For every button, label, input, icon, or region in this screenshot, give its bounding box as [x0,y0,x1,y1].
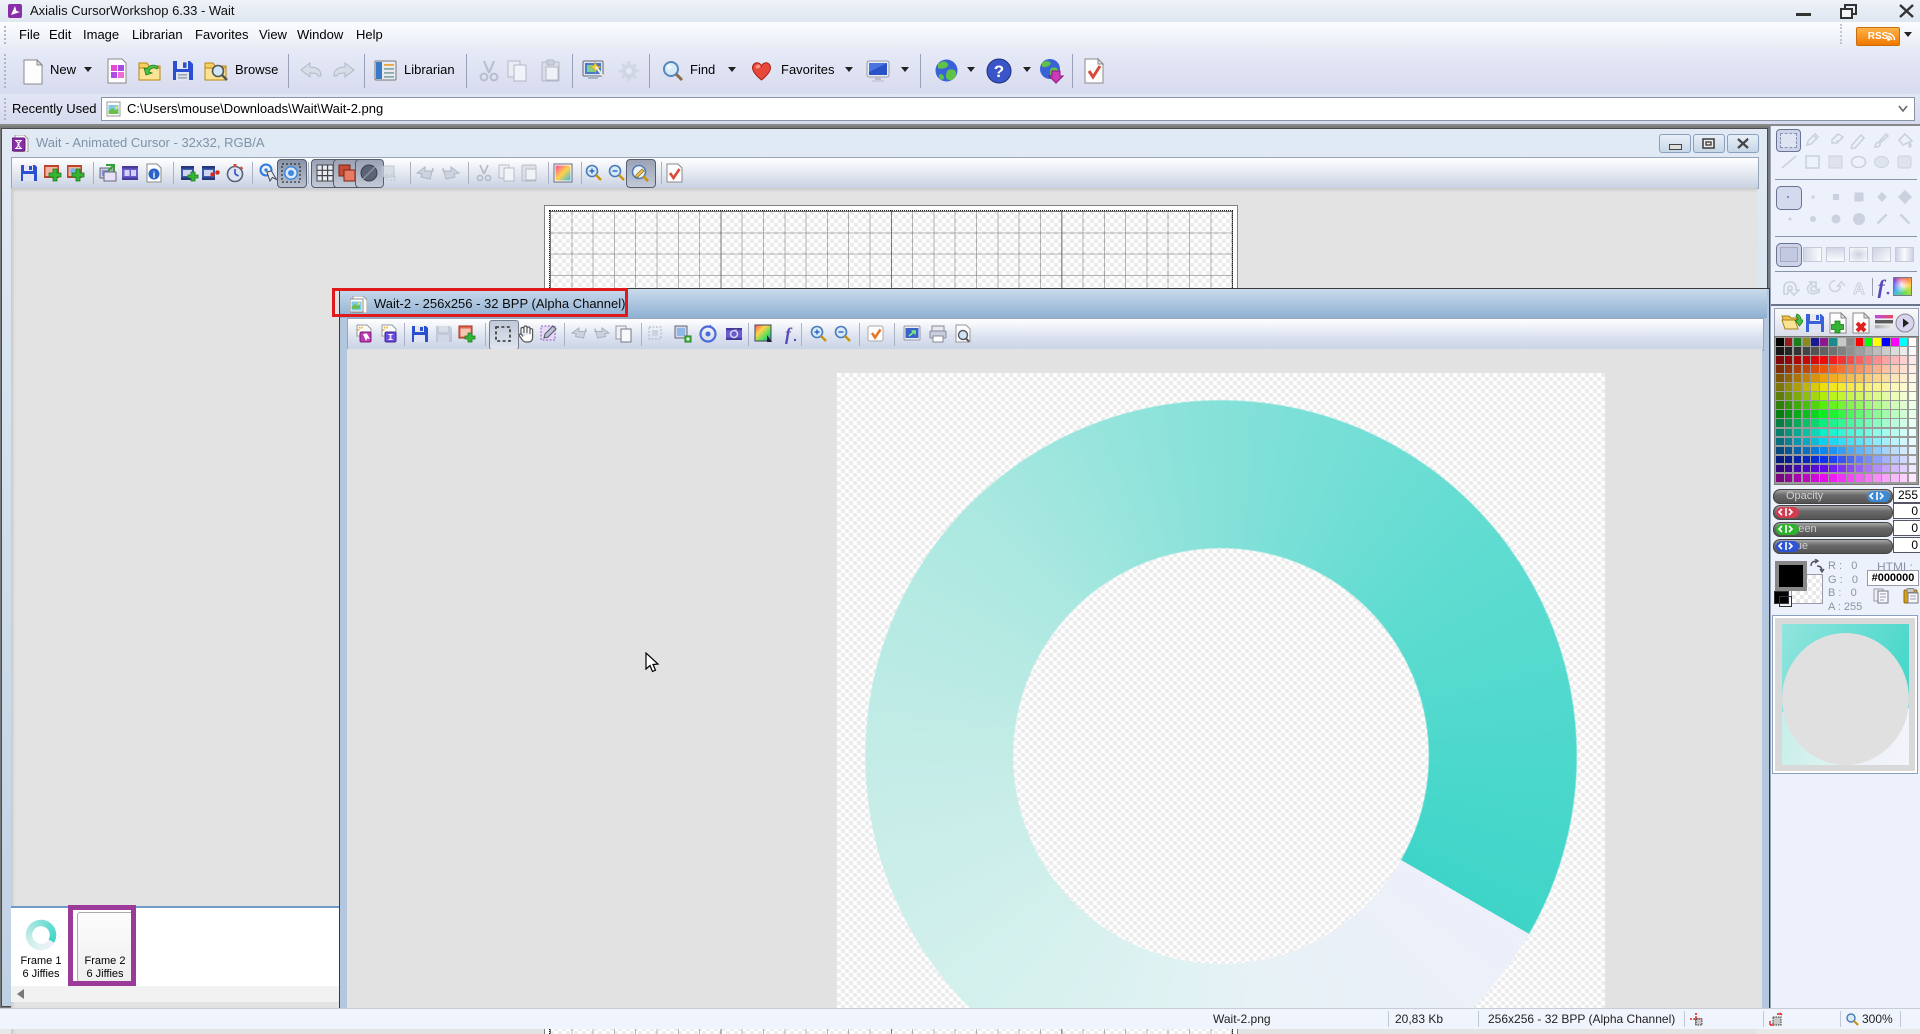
svg-text:i: i [153,170,156,180]
svg-text:f: f [1878,276,1887,298]
svg-text:?: ? [994,62,1004,81]
svg-text:A: A [1853,281,1865,296]
svg-text:f: f [785,324,793,344]
